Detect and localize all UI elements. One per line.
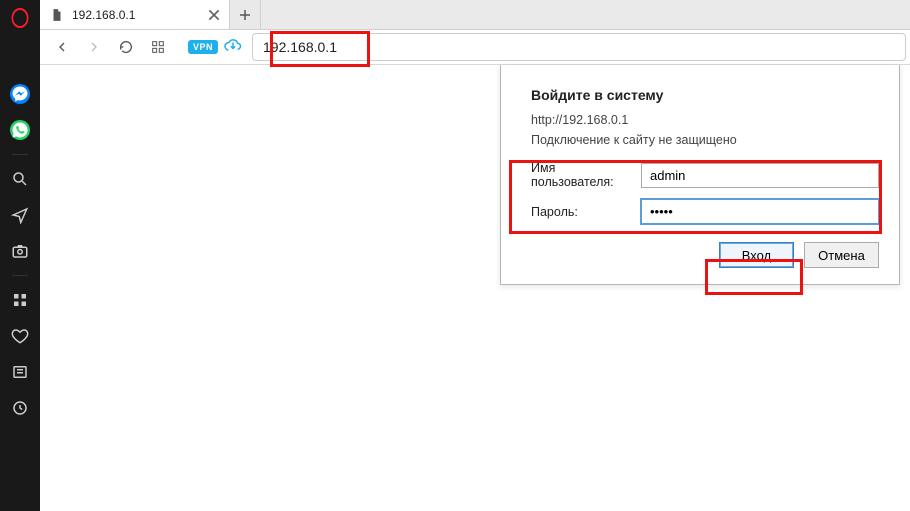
forward-button[interactable] — [80, 33, 108, 61]
opera-logo-icon[interactable] — [12, 8, 29, 28]
username-label: Имя пользователя: — [531, 161, 641, 189]
tabbar-space — [260, 0, 910, 29]
messenger-icon[interactable] — [0, 76, 40, 112]
search-icon[interactable] — [0, 161, 40, 197]
vpn-badge[interactable]: VPN — [188, 40, 218, 54]
main-area: 192.168.0.1 VPN — [40, 0, 910, 511]
password-input[interactable] — [641, 199, 879, 224]
speed-dial-icon[interactable] — [0, 282, 40, 318]
history-icon[interactable] — [0, 390, 40, 426]
back-button[interactable] — [48, 33, 76, 61]
page-icon — [50, 7, 64, 23]
browser-tab[interactable]: 192.168.0.1 — [40, 0, 230, 29]
sidebar-divider — [12, 275, 28, 276]
news-icon[interactable] — [0, 354, 40, 390]
username-input[interactable] — [641, 163, 879, 188]
tab-bar: 192.168.0.1 — [40, 0, 910, 30]
sync-icon[interactable] — [222, 36, 244, 58]
extensions-grid-icon[interactable] — [144, 33, 172, 61]
password-label: Пароль: — [531, 205, 641, 219]
login-button[interactable]: Вход — [719, 242, 794, 268]
close-tab-icon[interactable] — [207, 8, 221, 22]
camera-icon[interactable] — [0, 233, 40, 269]
whatsapp-icon[interactable] — [0, 112, 40, 148]
sidebar-divider — [12, 154, 28, 155]
heart-icon[interactable] — [0, 318, 40, 354]
address-bar[interactable] — [252, 33, 906, 61]
tab-title: 192.168.0.1 — [72, 8, 135, 22]
auth-url: http://192.168.0.1 — [531, 113, 879, 127]
sidebar — [0, 0, 40, 511]
reload-button[interactable] — [112, 33, 140, 61]
auth-title: Войдите в систему — [531, 87, 879, 103]
cancel-button[interactable]: Отмена — [804, 242, 879, 268]
new-tab-button[interactable] — [230, 0, 260, 29]
auth-warning: Подключение к сайту не защищено — [531, 133, 879, 147]
toolbar: VPN — [40, 30, 910, 65]
page-content: Войдите в систему http://192.168.0.1 Под… — [40, 65, 910, 511]
send-icon[interactable] — [0, 197, 40, 233]
auth-dialog: Войдите в систему http://192.168.0.1 Под… — [500, 65, 900, 285]
